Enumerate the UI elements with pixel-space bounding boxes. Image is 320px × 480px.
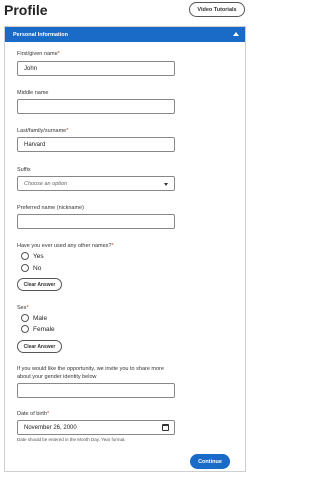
middle-name-input[interactable]	[17, 99, 175, 114]
first-name-input[interactable]: John	[17, 61, 175, 76]
section-title: Personal Information	[13, 31, 69, 38]
last-name-input[interactable]: Harvard	[17, 137, 175, 152]
dob-label: Date of birth*	[17, 411, 50, 417]
radio-button[interactable]	[21, 252, 29, 260]
sex-label: Sex*	[17, 305, 29, 311]
continue-button[interactable]: Continue	[190, 454, 230, 469]
sex-female-option[interactable]: Female	[21, 325, 55, 333]
preferred-name-input[interactable]	[17, 214, 175, 229]
page-title: Profile	[4, 2, 48, 18]
section-header[interactable]: Personal Information	[5, 27, 245, 42]
sex-clear-button[interactable]: Clear Answer	[17, 340, 62, 353]
gender-identity-input[interactable]	[17, 383, 175, 398]
suffix-placeholder: Choose an option	[24, 180, 68, 187]
other-names-label: Have you ever used any other names?*	[17, 243, 114, 249]
radio-button[interactable]	[21, 325, 29, 333]
personal-information-card: Personal Information First/given name* J…	[4, 26, 246, 472]
gender-identity-label-line1: If you would like the opportunity, we in…	[17, 366, 164, 372]
last-name-value: Harvard	[24, 141, 46, 148]
middle-name-label: Middle name	[17, 90, 49, 96]
video-tutorials-button[interactable]: Video Tutorials	[189, 2, 245, 17]
suffix-label: Suffix	[17, 167, 31, 173]
page-header: Profile Video Tutorials	[0, 0, 250, 22]
sex-male-option[interactable]: Male	[21, 314, 47, 322]
calendar-icon[interactable]	[162, 424, 169, 431]
radio-button[interactable]	[21, 314, 29, 322]
dob-hint: Date should be entered in the Month Day,…	[17, 437, 126, 442]
dob-value: November 26, 2000	[24, 424, 77, 431]
chevron-down-icon	[164, 183, 168, 186]
radio-button[interactable]	[21, 264, 29, 272]
chevron-up-icon[interactable]	[233, 32, 239, 36]
preferred-name-label: Preferred name (nickname)	[17, 205, 84, 211]
other-names-clear-button[interactable]: Clear Answer	[17, 278, 62, 291]
gender-identity-label-line2: about your gender identity below	[17, 374, 97, 380]
first-name-value: John	[24, 65, 38, 72]
first-name-label: First/given name*	[17, 51, 60, 57]
last-name-label: Last/family/surname*	[17, 128, 69, 134]
suffix-select[interactable]: Choose an option	[17, 176, 175, 191]
other-names-no-option[interactable]: No	[21, 264, 41, 272]
dob-input[interactable]: November 26, 2000	[17, 420, 175, 435]
other-names-yes-option[interactable]: Yes	[21, 252, 44, 260]
